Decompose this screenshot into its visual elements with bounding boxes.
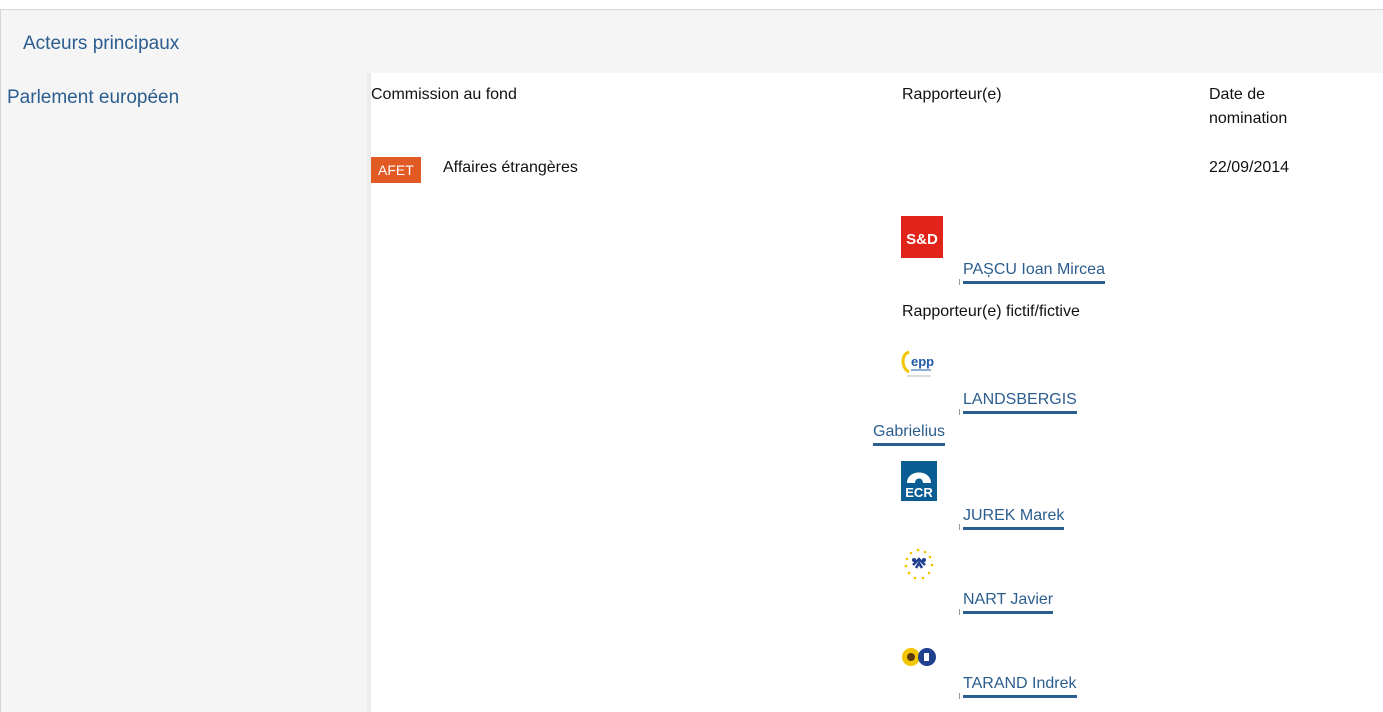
epp-group-logo: epp: [901, 346, 935, 384]
institution-column: Parlement européen: [0, 73, 367, 712]
appointment-date: 22/09/2014: [1209, 159, 1290, 176]
ecr-group-logo: ECR: [901, 461, 937, 501]
svg-text:S&D: S&D: [906, 231, 938, 248]
header-rapporteur: Rapporteur(e): [902, 86, 1002, 103]
section-header: Acteurs principaux: [0, 9, 1383, 73]
committee-code-badge: AFET: [371, 157, 421, 183]
logo-tick: [959, 409, 960, 415]
svg-text:epp: epp: [911, 354, 934, 369]
logo-tick: [959, 693, 960, 699]
rapporteur-link[interactable]: PAȘCU Ioan Mircea: [963, 259, 1105, 284]
section-title: Acteurs principaux: [23, 33, 180, 54]
shadow-rapporteur-link-3[interactable]: NART Javier: [963, 589, 1054, 614]
greens-group-logo: [901, 645, 937, 669]
logo-tick: [959, 524, 960, 530]
greens-logo-icon: [902, 648, 936, 666]
page-top-spacer: [0, 0, 1383, 9]
actors-table: Commission au fond Rapporteur(e) Date de…: [371, 73, 1383, 712]
alde-group-logo: [901, 545, 937, 585]
header-committee: Commission au fond: [371, 86, 517, 103]
logo-tick: [959, 279, 960, 285]
sd-group-logo: S&D: [901, 216, 943, 258]
shadow-rapporteur-link-2[interactable]: JUREK Marek: [963, 505, 1065, 530]
shadow-rapporteur-label: Rapporteur(e) fictif/fictive: [902, 303, 1080, 320]
shadow-rapporteur-link-1-cont[interactable]: Gabrielius: [873, 421, 946, 446]
epp-logo-icon: epp: [901, 350, 934, 377]
ecr-logo-icon: ECR: [905, 472, 933, 500]
alde-logo-icon: [904, 548, 934, 580]
svg-text:ECR: ECR: [905, 485, 933, 500]
shadow-rapporteur-link-1[interactable]: LANDSBERGIS: [963, 389, 1077, 414]
logo-tick: [959, 609, 960, 615]
sd-logo-icon: S&D: [906, 231, 938, 248]
shadow-rapporteur-link-4[interactable]: TARAND Indrek: [963, 673, 1077, 698]
committee-name: Affaires étrangères: [443, 159, 578, 176]
header-date: Date de nomination: [1209, 86, 1288, 127]
institution-name: Parlement européen: [7, 87, 180, 108]
